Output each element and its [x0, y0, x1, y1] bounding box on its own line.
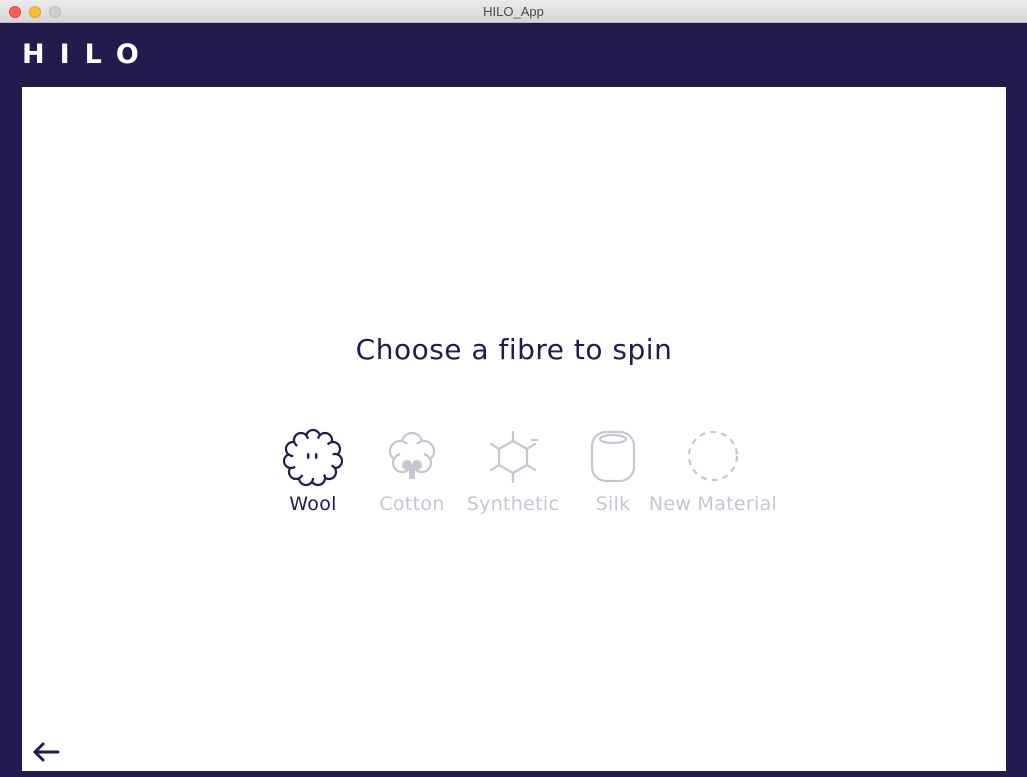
window-titlebar[interactable]: HILO_App: [0, 0, 1027, 23]
synthetic-icon: [489, 430, 539, 484]
new-material-icon: [687, 430, 739, 482]
silk-icon: [590, 430, 636, 483]
back-button[interactable]: [30, 739, 64, 765]
fibre-options: Wool Cotton Synthetic Silk New Material: [22, 427, 1006, 527]
page-title: Choose a fibre to spin: [355, 333, 673, 366]
fibre-option-new-material[interactable]: New Material: [643, 427, 783, 515]
fibre-label-new-material: New Material: [648, 493, 778, 515]
window-title: HILO_App: [483, 4, 544, 19]
back-arrow-icon: [33, 742, 60, 762]
main-content: Choose a fibre to spin Wool Cotton Synth…: [22, 87, 1006, 771]
cotton-icon: [388, 431, 436, 479]
hilo-logo: HILO: [22, 39, 154, 70]
app-header: HILO: [0, 23, 1027, 87]
app-window: HILO_App HILO Choose a fibre to spin Woo…: [0, 0, 1027, 777]
wool-icon: [283, 428, 343, 487]
